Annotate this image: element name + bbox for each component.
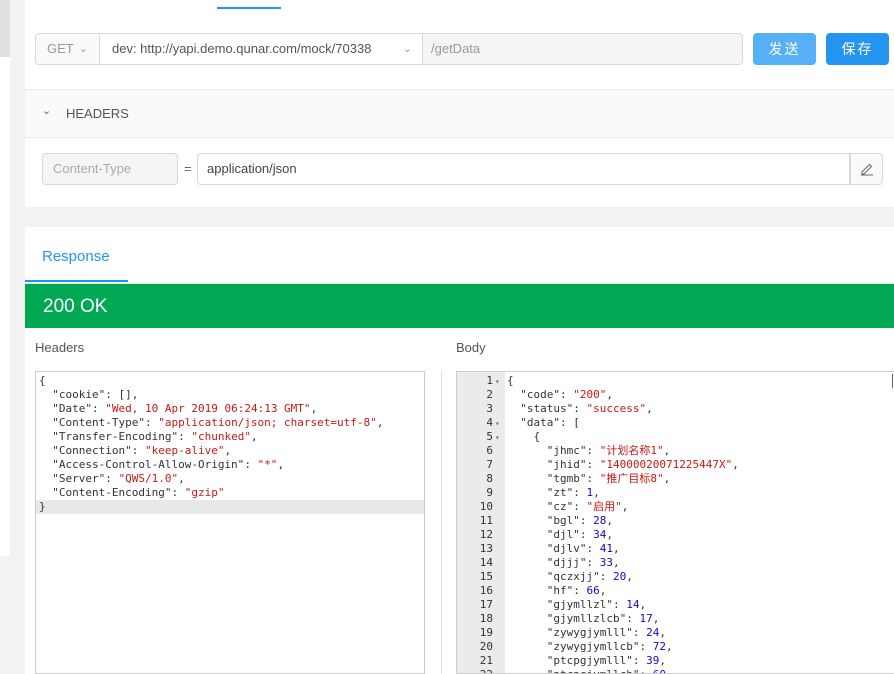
code-line: "tgmb": "推广目标8", xyxy=(546,472,671,485)
line-number: 21 xyxy=(479,654,493,667)
method-value: GET xyxy=(47,41,74,56)
line-number: 11 xyxy=(479,514,493,527)
line-number: 10 xyxy=(479,500,493,513)
line-number: 3 xyxy=(486,402,493,415)
code-line: "jhmc": "计划名称1", xyxy=(546,444,671,457)
code-line: "cookie": [], xyxy=(52,388,139,401)
line-number-gutter: 1▾234▾5▾678910111213141516171819202122 xyxy=(457,372,505,673)
code-line: { xyxy=(507,430,541,443)
line-number: 7 xyxy=(486,458,493,471)
code-line: "gjymllzl": 14, xyxy=(546,598,647,611)
code-line: "djlv": 41, xyxy=(546,542,620,555)
left-sidebar-strip xyxy=(0,0,10,556)
code-line: "qczxjj": 20, xyxy=(546,570,633,583)
fold-toggle-icon[interactable]: ▾ xyxy=(495,417,500,431)
code-line: "ptcpgjymllcb": 60 xyxy=(507,668,739,673)
header-name-placeholder: Content-Type xyxy=(53,161,132,176)
line-number: 1 xyxy=(486,374,493,387)
edit-header-button[interactable] xyxy=(850,153,883,185)
code-line: "status": "success", xyxy=(520,402,653,415)
code-line: } xyxy=(39,500,46,513)
code-line: "Date": "Wed, 10 Apr 2019 06:24:13 GMT", xyxy=(52,402,318,415)
line-number: 12 xyxy=(479,528,493,541)
headers-title: HEADERS xyxy=(66,106,129,121)
code-line: "Content-Encoding": "gzip" xyxy=(52,486,225,499)
code-line: "djl": 34, xyxy=(546,528,613,541)
body-code: { "code": "200", "status": "success", "d… xyxy=(507,374,739,673)
response-headers-label: Headers xyxy=(35,340,85,355)
pane-divider xyxy=(441,370,442,674)
line-number: 2 xyxy=(486,388,493,401)
headers-collapse-toggle[interactable]: ⌄ HEADERS xyxy=(25,90,894,138)
header-value-text: application/json xyxy=(207,161,297,176)
code-line: "Access-Control-Allow-Origin": "*", xyxy=(52,458,285,471)
code-line: "gjymllzlcb": 17, xyxy=(546,612,660,625)
pencil-icon xyxy=(861,163,873,176)
response-status-bar: 200 OK xyxy=(25,284,894,328)
tab-response[interactable]: Response xyxy=(42,248,110,265)
code-line: "Server": "QWS/1.0", xyxy=(52,472,185,485)
code-line: "data": [ xyxy=(520,416,580,429)
code-line: "jhid": "14000020071225447X", xyxy=(546,458,739,471)
code-line: "Connection": "keep-alive", xyxy=(52,444,232,457)
code-line: "code": "200", xyxy=(520,388,613,401)
chevron-down-icon: ⌄ xyxy=(42,105,52,117)
code-line: "zywygjymllcb": 72, xyxy=(546,640,673,653)
code-line: "hf": 66, xyxy=(546,584,607,597)
line-number: 4 xyxy=(486,416,493,429)
line-number: 16 xyxy=(479,584,493,597)
top-tab-active-indicator xyxy=(217,7,281,9)
code-line: "Transfer-Encoding": "chunked", xyxy=(52,430,258,443)
line-number: 17 xyxy=(479,598,493,611)
fold-toggle-icon[interactable]: ▾ xyxy=(495,375,500,389)
code-line: "Content-Type": "application/json; chars… xyxy=(52,416,384,429)
response-body-editor[interactable]: 1▾234▾5▾678910111213141516171819202122 {… xyxy=(456,371,894,674)
path-input[interactable]: /getData xyxy=(423,33,743,65)
headers-code: { "cookie": [], "Date": "Wed, 10 Apr 201… xyxy=(39,374,383,514)
code-line: "zt": 1, xyxy=(546,486,600,499)
line-number: 19 xyxy=(479,626,493,639)
code-line: { xyxy=(507,374,514,387)
code-line: "bgl": 28, xyxy=(546,514,613,527)
path-placeholder: /getData xyxy=(431,41,481,56)
line-number: 13 xyxy=(479,542,493,555)
line-number: 5 xyxy=(486,430,493,443)
code-line: "zywygjymlll": 24, xyxy=(546,626,666,639)
response-body-label: Body xyxy=(456,340,486,355)
line-number: 20 xyxy=(479,640,493,653)
save-button[interactable]: 保存 xyxy=(826,33,889,65)
header-value-input[interactable]: application/json xyxy=(197,153,850,185)
line-number: 6 xyxy=(486,444,493,457)
line-number: 15 xyxy=(479,570,493,583)
response-tabs: Response xyxy=(25,227,894,284)
header-name-input[interactable]: Content-Type xyxy=(42,153,178,185)
editor-cursor xyxy=(892,374,893,388)
sidebar-top-block xyxy=(0,0,10,57)
code-line: "djjj": 33, xyxy=(546,556,620,569)
send-button[interactable]: 发送 xyxy=(753,33,816,65)
line-number: 8 xyxy=(486,472,493,485)
chevron-down-icon: ⌄ xyxy=(78,43,88,55)
env-select[interactable]: dev: http://yapi.demo.qunar.com/mock/703… xyxy=(100,33,423,65)
tab-active-indicator xyxy=(25,280,128,282)
fold-toggle-icon[interactable]: ▾ xyxy=(495,431,500,445)
code-line: { xyxy=(39,374,46,387)
line-number: 22 xyxy=(457,668,493,673)
code-line: "cz": "启用", xyxy=(546,500,629,513)
section-gap xyxy=(25,207,894,227)
env-value: dev: http://yapi.demo.qunar.com/mock/703… xyxy=(112,41,372,56)
chevron-down-icon: ⌄ xyxy=(402,43,412,55)
response-headers-editor[interactable]: { "cookie": [], "Date": "Wed, 10 Apr 201… xyxy=(35,371,425,674)
request-headers-panel: ⌄ HEADERS Content-Type = application/jso… xyxy=(25,89,894,209)
line-number: 18 xyxy=(479,612,493,625)
code-line: "ptcpgjymlll": 39, xyxy=(546,654,666,667)
header-equals-sign: = xyxy=(184,161,192,176)
line-number: 9 xyxy=(486,486,493,499)
line-number: 14 xyxy=(479,556,493,569)
status-text: 200 OK xyxy=(43,296,108,317)
method-select[interactable]: GET ⌄ xyxy=(35,33,100,65)
